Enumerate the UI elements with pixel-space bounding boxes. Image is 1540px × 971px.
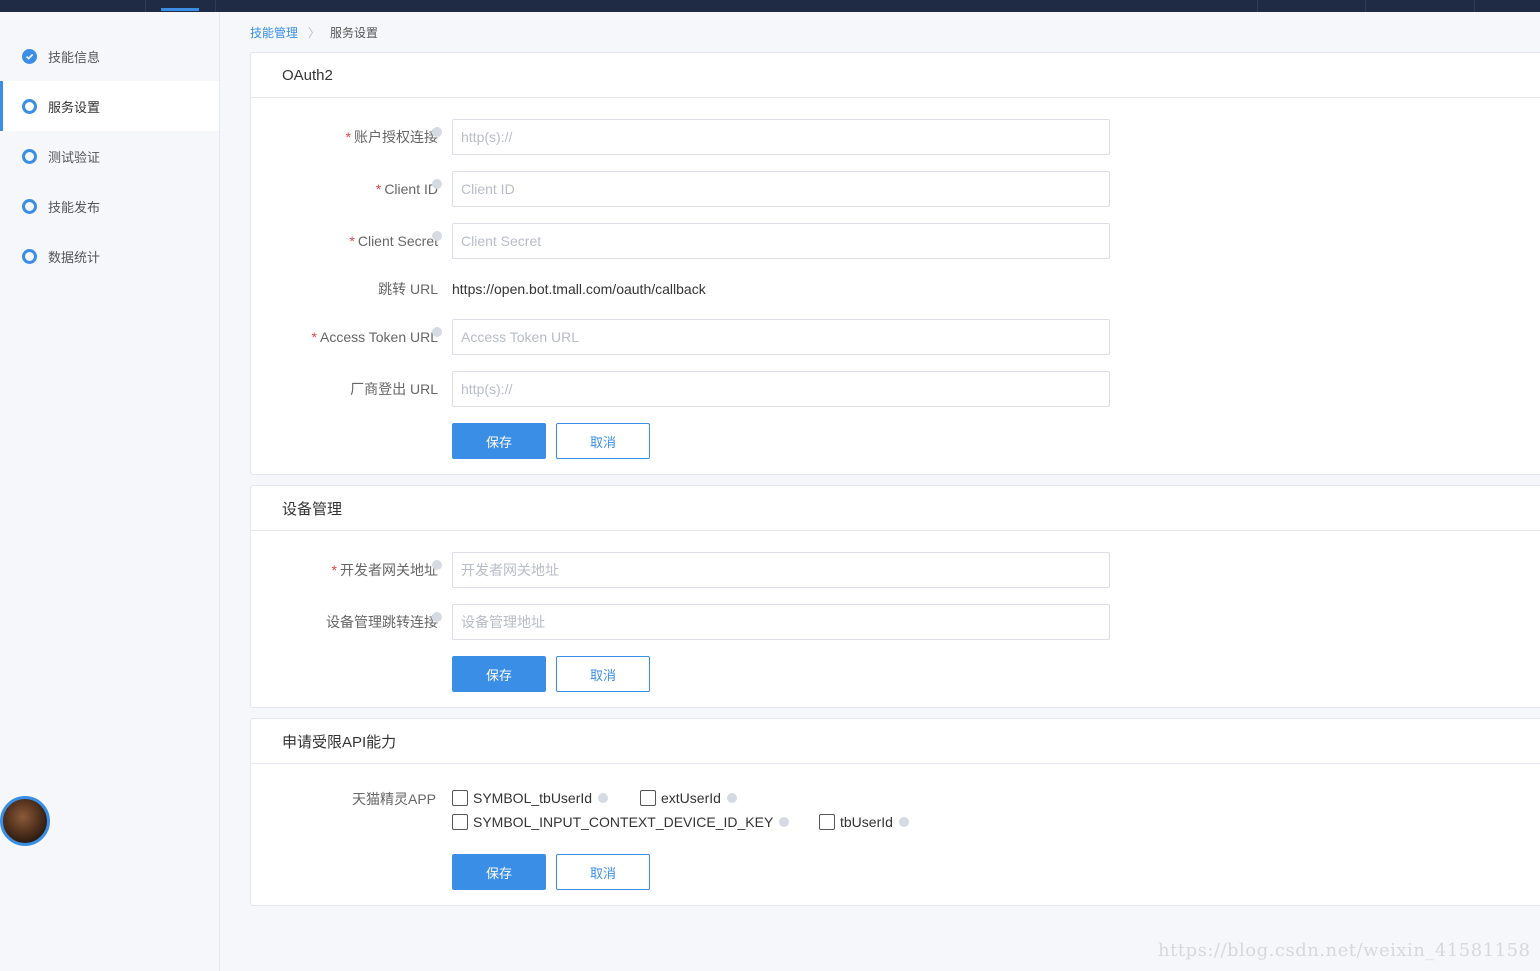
- checkbox-symbol-tbuserid[interactable]: SYMBOL_tbUserId: [452, 790, 609, 806]
- help-icon[interactable]: [726, 793, 737, 803]
- required-mark: *: [311, 329, 317, 345]
- device-save-button[interactable]: 保存: [452, 656, 546, 692]
- checkbox-box[interactable]: [819, 814, 835, 830]
- device-cancel-button[interactable]: 取消: [556, 656, 650, 692]
- top-nav-divider: [1257, 0, 1258, 12]
- api-cancel-button[interactable]: 取消: [556, 854, 650, 890]
- required-mark: *: [375, 181, 382, 197]
- sidebar-item-label: 数据统计: [48, 249, 101, 265]
- api-card-title: 申请受限API能力: [251, 719, 1540, 764]
- logout-url-input[interactable]: [452, 371, 1110, 407]
- token-url-row: * Access Token URL: [251, 319, 1540, 355]
- help-icon[interactable]: [432, 231, 442, 241]
- active-tab-indicator: [161, 8, 199, 11]
- required-mark: *: [349, 233, 355, 249]
- sidebar-item-skill-info[interactable]: 技能信息: [0, 31, 219, 81]
- top-nav-divider: [1474, 0, 1475, 12]
- help-icon[interactable]: [898, 817, 909, 827]
- client-id-label-text: Client ID: [384, 181, 438, 197]
- top-nav-divider: [215, 0, 216, 12]
- top-nav-divider: [1365, 0, 1366, 12]
- device-card: 设备管理 *开发者网关地址 设备管理跳转连接 保存 取消: [250, 485, 1540, 708]
- sidebar-item-service-settings[interactable]: 服务设置: [0, 81, 219, 131]
- checkbox-extuserid[interactable]: extUserId: [640, 790, 737, 806]
- device-jump-label: 设备管理跳转连接: [326, 614, 438, 630]
- avatar[interactable]: [0, 796, 50, 846]
- redirect-url-label: 跳转 URL: [378, 281, 438, 297]
- step-circle-icon: [22, 198, 37, 214]
- gateway-label: * 开发者网关地址: [332, 552, 438, 588]
- step-circle-icon: [22, 148, 37, 164]
- help-icon[interactable]: [598, 793, 609, 803]
- app-label: 天猫精灵APP: [351, 791, 436, 807]
- breadcrumb-current: 服务设置: [330, 26, 379, 40]
- redirect-url-value: https://open.bot.tmall.com/oauth/callbac…: [452, 281, 706, 297]
- oauth-save-button[interactable]: 保存: [452, 423, 546, 459]
- sidebar-item-label: 服务设置: [48, 99, 101, 115]
- auth-url-input[interactable]: [452, 119, 1110, 155]
- checkbox-box[interactable]: [452, 814, 468, 830]
- gateway-row: * 开发者网关地址: [251, 552, 1540, 588]
- breadcrumb: 技能管理 〉 服务设置: [250, 24, 378, 41]
- token-url-label-text: Access Token URL: [319, 329, 438, 345]
- required-mark: *: [331, 562, 337, 578]
- client-id-label: * Client ID: [376, 171, 438, 207]
- device-jump-row: 设备管理跳转连接: [251, 604, 1540, 640]
- client-secret-label-text: Client Secret: [357, 233, 438, 249]
- sidebar-item-stats[interactable]: 数据统计: [0, 231, 219, 281]
- help-icon[interactable]: [432, 179, 442, 189]
- client-secret-input[interactable]: [452, 223, 1110, 259]
- auth-url-label: * 账户授权连接: [346, 119, 438, 155]
- auth-url-label-text: 账户授权连接: [354, 129, 438, 145]
- checkbox-box[interactable]: [640, 790, 656, 806]
- device-jump-input[interactable]: [452, 604, 1110, 640]
- watermark: https://blog.csdn.net/weixin_41581158: [1158, 940, 1531, 961]
- checkbox-label: extUserId: [661, 790, 721, 806]
- step-circle-icon: [22, 98, 37, 114]
- client-secret-label: * Client Secret: [349, 223, 438, 259]
- required-mark: *: [345, 129, 351, 145]
- sidebar-item-label: 测试验证: [48, 149, 101, 165]
- logout-url-label: 厂商登出 URL: [350, 381, 438, 397]
- client-secret-row: * Client Secret: [251, 223, 1540, 259]
- checkbox-label: SYMBOL_INPUT_CONTEXT_DEVICE_ID_KEY: [473, 814, 774, 830]
- redirect-url-row: 跳转 URL https://open.bot.tmall.com/oauth/…: [251, 271, 1540, 307]
- checkbox-label: tbUserId: [840, 814, 893, 830]
- help-icon[interactable]: [432, 127, 442, 137]
- gateway-label-text: 开发者网关地址: [340, 562, 438, 578]
- checkbox-device-id-key[interactable]: SYMBOL_INPUT_CONTEXT_DEVICE_ID_KEY: [452, 814, 790, 830]
- oauth-cancel-button[interactable]: 取消: [556, 423, 650, 459]
- breadcrumb-link[interactable]: 技能管理: [250, 24, 298, 41]
- top-nav-divider: [145, 0, 146, 12]
- help-icon[interactable]: [432, 560, 442, 570]
- api-save-button[interactable]: 保存: [452, 854, 546, 890]
- auth-url-row: * 账户授权连接: [251, 119, 1540, 155]
- oauth-card: OAuth2 *账户授权连接 *Client ID *Client Secret…: [250, 52, 1540, 475]
- checkbox-tbuserid[interactable]: tbUserId: [819, 814, 909, 830]
- sidebar-item-test[interactable]: 测试验证: [0, 131, 219, 181]
- client-id-row: * Client ID: [251, 171, 1540, 207]
- gateway-input[interactable]: [452, 552, 1110, 588]
- chevron-right-icon: 〉: [308, 26, 321, 40]
- help-icon[interactable]: [432, 612, 442, 622]
- check-circle-icon: [22, 48, 37, 64]
- help-icon[interactable]: [779, 817, 790, 827]
- api-card: 申请受限API能力 天猫精灵APP SYMBOL_tbUserId extUse…: [250, 718, 1540, 906]
- device-card-title: 设备管理: [251, 486, 1540, 531]
- checkbox-label: SYMBOL_tbUserId: [473, 790, 593, 806]
- sidebar-item-label: 技能信息: [48, 49, 101, 65]
- help-icon[interactable]: [432, 327, 442, 337]
- sidebar-item-label: 技能发布: [48, 199, 101, 215]
- logout-url-row: 厂商登出 URL: [251, 371, 1540, 407]
- client-id-input[interactable]: [452, 171, 1110, 207]
- sidebar-item-publish[interactable]: 技能发布: [0, 181, 219, 231]
- checkbox-box[interactable]: [452, 790, 468, 806]
- top-nav-bar: [0, 0, 1540, 12]
- token-url-label: * Access Token URL: [312, 319, 438, 355]
- step-circle-icon: [22, 248, 37, 264]
- token-url-input[interactable]: [452, 319, 1110, 355]
- oauth-card-title: OAuth2: [251, 53, 1540, 98]
